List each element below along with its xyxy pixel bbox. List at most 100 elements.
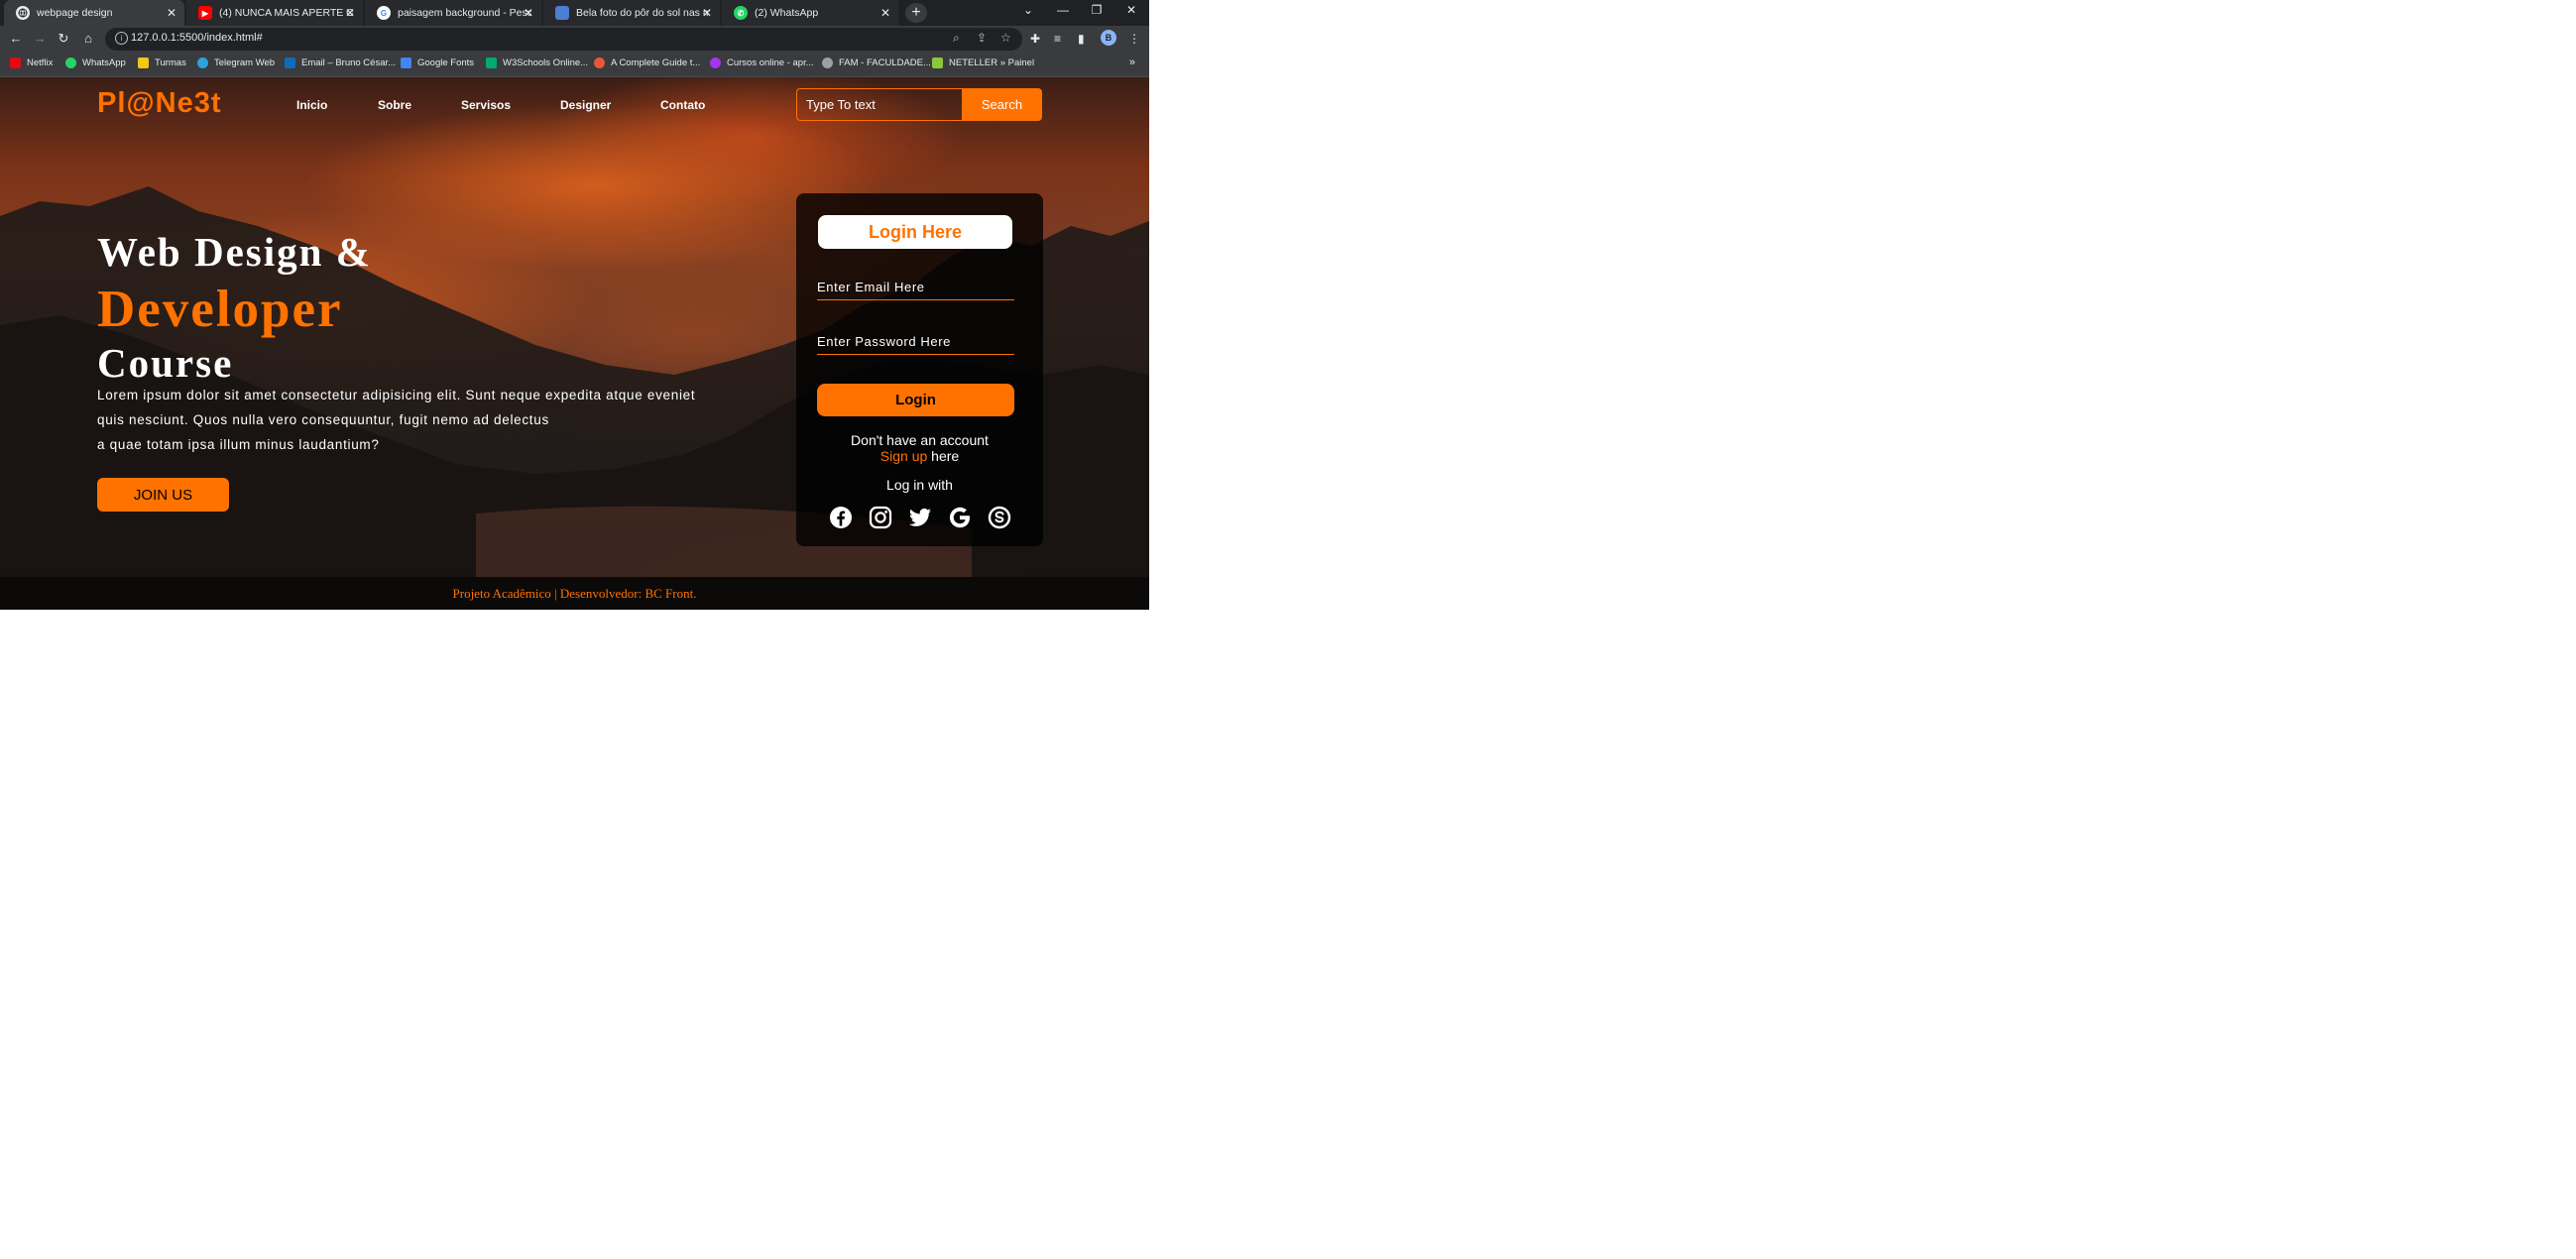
minimize-icon[interactable]: — xyxy=(1053,3,1073,17)
bookmark-udemy[interactable]: Cursos online - apr... xyxy=(710,57,814,68)
css-tricks-icon xyxy=(594,57,605,68)
bookmarks-bar: Netflix WhatsApp Turmas Telegram Web Ema… xyxy=(0,53,1149,77)
back-icon[interactable]: ← xyxy=(7,30,25,48)
bookmark-whatsapp[interactable]: WhatsApp xyxy=(65,57,126,68)
login-card: Login Here Login Don't have an account S… xyxy=(796,193,1043,546)
bookmark-label: NETELLER » Painel xyxy=(949,57,1035,68)
bookmark-label: Turmas xyxy=(155,57,186,68)
classroom-icon xyxy=(138,57,149,68)
restore-icon[interactable]: ❐ xyxy=(1087,3,1107,17)
bookmark-label: FAM - FACULDADE... xyxy=(839,57,931,68)
nav-link-servisos[interactable]: Servisos xyxy=(461,98,511,112)
share-icon[interactable]: ⇪ xyxy=(977,31,987,45)
password-field[interactable] xyxy=(817,329,1014,355)
url-text: 127.0.0.1:5500/index.html# xyxy=(131,32,263,44)
more-bookmarks-icon[interactable]: » xyxy=(1129,57,1135,68)
whatsapp-icon: ✆ xyxy=(734,6,748,20)
login-with-text: Log in with xyxy=(886,477,953,493)
site-footer: Projeto Acadêmico | Desenvolvedor: BC Fr… xyxy=(0,577,1149,610)
nav-link-inicio[interactable]: Inicio xyxy=(296,98,327,112)
tab-search-icon[interactable]: ⌄ xyxy=(1018,3,1038,17)
bookmark-outlook[interactable]: Email – Bruno César... xyxy=(285,57,396,68)
close-tab-icon[interactable]: ✕ xyxy=(702,5,712,21)
bookmark-label: Google Fonts xyxy=(417,57,475,68)
site-info-icon[interactable]: i xyxy=(115,32,128,45)
email-field[interactable] xyxy=(817,275,1014,300)
hero-title-line-1: Web Design & xyxy=(97,229,372,275)
login-title: Login Here xyxy=(818,215,1012,249)
hero-paragraph-line: a quae totam ipsa illum minus laudantium… xyxy=(97,437,380,452)
reload-icon[interactable]: ↻ xyxy=(55,30,72,48)
address-bar[interactable]: i 127.0.0.1:5500/index.html# ⌕ ⇪ ☆ xyxy=(105,28,1022,51)
udemy-icon xyxy=(710,57,721,68)
twitter-icon[interactable] xyxy=(908,506,932,529)
close-window-icon[interactable]: ✕ xyxy=(1121,3,1141,17)
telegram-icon xyxy=(197,57,208,68)
tab-sunset-photo[interactable]: Bela foto do pôr do sol nas mont ✕ xyxy=(543,0,720,26)
page-viewport: Pl@Ne3t Inicio Sobre Servisos Designer C… xyxy=(0,77,1149,577)
bookmark-w3schools[interactable]: W3Schools Online... xyxy=(486,57,588,68)
media-control-icon[interactable]: ≡ xyxy=(1054,32,1061,46)
search-input[interactable] xyxy=(796,88,962,121)
facebook-icon[interactable] xyxy=(829,506,853,529)
search-button[interactable]: Search xyxy=(962,88,1042,121)
close-tab-icon[interactable]: ✕ xyxy=(880,5,890,21)
close-tab-icon[interactable]: ✕ xyxy=(524,5,533,21)
w3schools-icon xyxy=(486,57,497,68)
tab-whatsapp[interactable]: ✆ (2) WhatsApp ✕ xyxy=(722,0,898,26)
bookmark-google-fonts[interactable]: Google Fonts xyxy=(401,57,474,68)
signup-line: Sign up here xyxy=(796,448,1043,464)
bookmark-star-icon[interactable]: ☆ xyxy=(1000,31,1011,45)
bookmark-netflix[interactable]: Netflix xyxy=(10,57,53,68)
nav-link-designer[interactable]: Designer xyxy=(560,98,611,112)
globe-icon xyxy=(822,57,833,68)
close-tab-icon[interactable]: ✕ xyxy=(167,5,176,21)
forward-icon[interactable]: → xyxy=(31,30,49,48)
signup-suffix: here xyxy=(931,448,960,464)
signup-link[interactable]: Sign up xyxy=(880,448,927,464)
menu-kebab-icon[interactable]: ⋮ xyxy=(1128,32,1140,46)
tab-title: Bela foto do pôr do sol nas mont xyxy=(576,7,710,19)
extensions-icon[interactable]: ✚ xyxy=(1030,32,1040,46)
bookmark-telegram[interactable]: Telegram Web xyxy=(197,57,275,68)
site-logo[interactable]: Pl@Ne3t xyxy=(97,87,222,120)
zoom-icon[interactable]: ⌕ xyxy=(953,31,960,46)
browser-window: webpage design ✕ ▶ (4) NUNCA MAIS APERTE… xyxy=(0,0,1149,610)
tab-google-search[interactable]: G paisagem background - Pesquisa ✕ xyxy=(365,0,541,26)
bookmark-turmas[interactable]: Turmas xyxy=(138,57,186,68)
nav-link-sobre[interactable]: Sobre xyxy=(378,98,411,112)
new-tab-button[interactable]: + xyxy=(905,3,927,23)
image-site-icon xyxy=(555,6,569,20)
bookmark-label: Telegram Web xyxy=(214,57,276,68)
youtube-icon: ▶ xyxy=(198,6,212,20)
globe-icon xyxy=(16,6,30,20)
netflix-icon xyxy=(10,57,21,68)
tab-title: (4) NUNCA MAIS APERTE O Print xyxy=(219,7,353,19)
close-tab-icon[interactable]: ✕ xyxy=(345,5,355,21)
social-login-icons xyxy=(829,506,1017,531)
tab-title: paisagem background - Pesquisa xyxy=(398,7,531,19)
bookmark-label: WhatsApp xyxy=(82,57,126,68)
browser-toolbar: ← → ↻ ⌂ i 127.0.0.1:5500/index.html# ⌕ ⇪… xyxy=(0,26,1149,53)
bookmark-css-tricks[interactable]: A Complete Guide t... xyxy=(594,57,700,68)
instagram-icon[interactable] xyxy=(869,506,892,529)
tab-youtube[interactable]: ▶ (4) NUNCA MAIS APERTE O Print ✕ xyxy=(186,0,363,26)
google-icon[interactable] xyxy=(948,506,972,529)
profile-avatar[interactable]: B xyxy=(1101,30,1116,46)
hero-title-highlight: Developer xyxy=(97,281,343,338)
bookmark-neteller[interactable]: NETELLER » Painel xyxy=(932,57,1034,68)
bookmark-fam[interactable]: FAM - FACULDADE... xyxy=(822,57,931,68)
join-us-button[interactable]: JOIN US xyxy=(97,478,229,512)
home-icon[interactable]: ⌂ xyxy=(79,30,97,48)
whatsapp-icon xyxy=(65,57,76,68)
tab-strip: webpage design ✕ ▶ (4) NUNCA MAIS APERTE… xyxy=(0,0,1149,26)
tab-webpage-design[interactable]: webpage design ✕ xyxy=(4,0,184,26)
tab-title: webpage design xyxy=(37,7,113,19)
login-button[interactable]: Login xyxy=(817,384,1014,416)
nav-link-contato[interactable]: Contato xyxy=(660,98,705,112)
google-fonts-icon xyxy=(401,57,411,68)
neteller-icon xyxy=(932,57,943,68)
skype-icon[interactable] xyxy=(988,506,1011,529)
bookmark-label: Netflix xyxy=(27,57,54,68)
side-panel-icon[interactable]: ▮ xyxy=(1078,32,1085,46)
